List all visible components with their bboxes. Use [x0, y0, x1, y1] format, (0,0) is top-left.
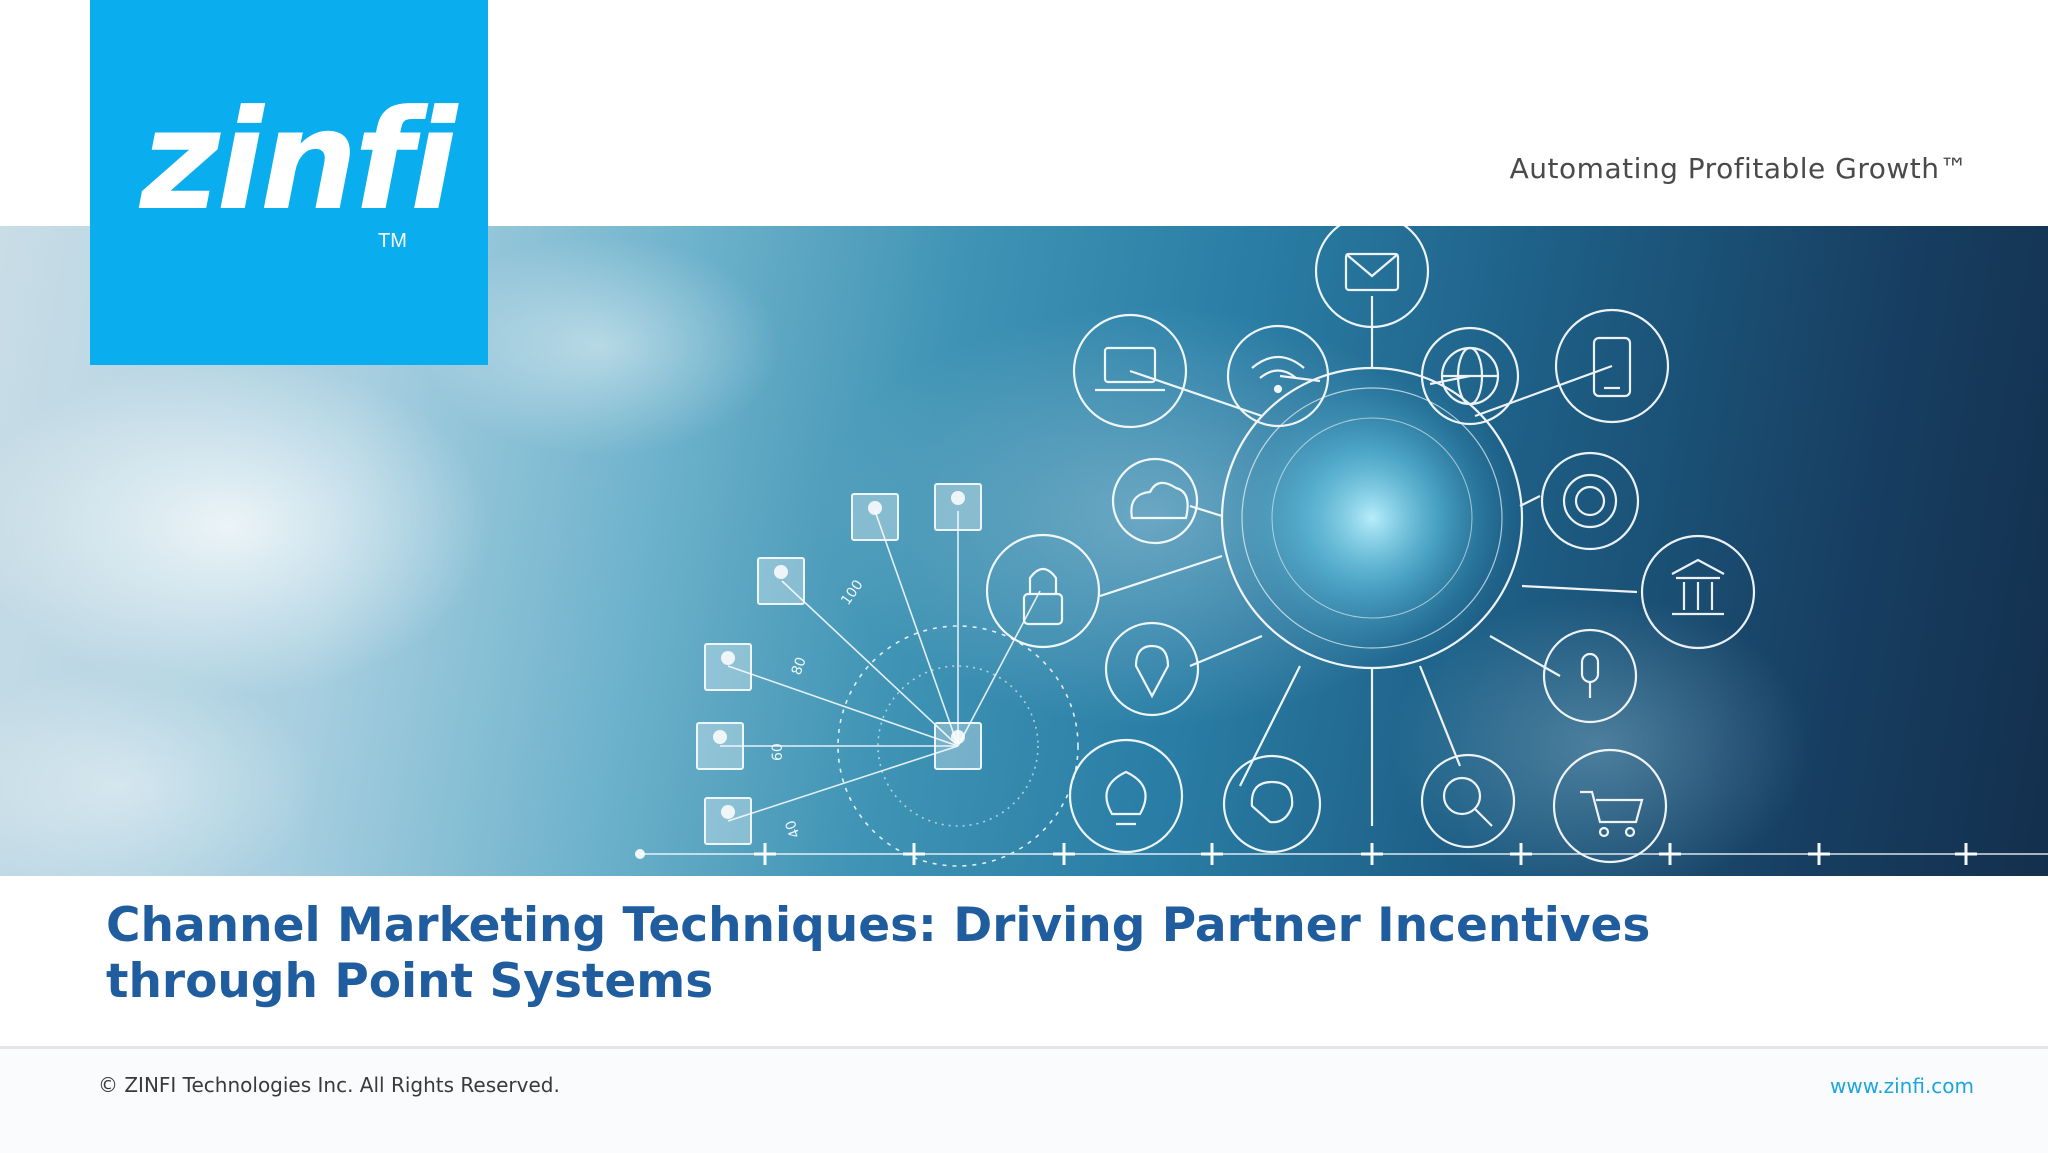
page-title: Channel Marketing Techniques: Driving Pa… — [106, 898, 1906, 1010]
svg-text:80: 80 — [789, 655, 810, 677]
tagline: Automating Profitable Growth™ — [1509, 152, 1968, 185]
title-line-2: through Point Systems — [106, 954, 714, 1009]
title-line-1: Channel Marketing Techniques: Driving Pa… — [106, 898, 1651, 953]
copyright-text: © ZINFI Technologies Inc. All Rights Res… — [98, 1073, 560, 1097]
svg-text:40: 40 — [783, 818, 804, 840]
logo-wordmark: zinfi — [140, 80, 457, 241]
website-link[interactable]: www.zinfi.com — [1830, 1074, 1974, 1098]
svg-text:60: 60 — [770, 743, 786, 761]
logo-trademark: TM — [378, 230, 407, 252]
zinfi-logo: zinfi TM — [90, 0, 488, 365]
footer — [0, 1049, 2048, 1153]
